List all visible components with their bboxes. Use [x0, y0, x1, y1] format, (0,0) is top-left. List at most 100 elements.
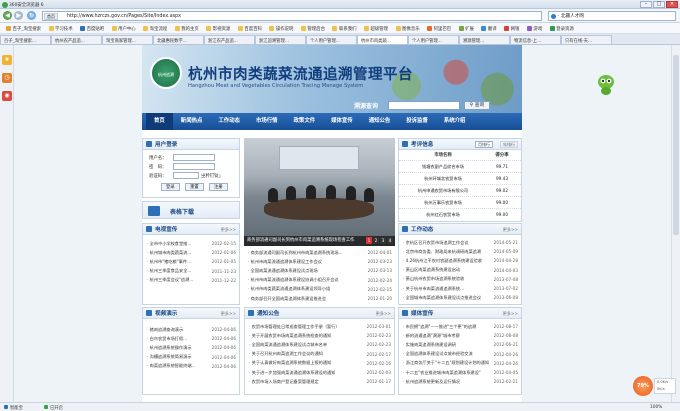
more-link[interactable]: 更多>>	[376, 311, 391, 317]
favorite-item[interactable]: 淘宝流程	[143, 23, 167, 33]
browser-tab[interactable]: 北疆惠民数字...	[153, 35, 204, 44]
history-icon[interactable]: ◷	[2, 73, 12, 83]
favorite-item[interactable]: 百度贴吧	[80, 23, 104, 33]
slide-page[interactable]: 4	[387, 237, 393, 244]
mascot-icon[interactable]	[597, 74, 615, 96]
nav-news[interactable]: 新闻热点	[173, 113, 211, 130]
list-item[interactable]: 萧山杭州农贸市场追溯系统验收2013-07-08	[399, 275, 521, 284]
favorite-item[interactable]: 用户中心	[111, 23, 136, 33]
browser-tab[interactable]: 淘宝商家管理...	[102, 35, 153, 44]
username-input[interactable]	[173, 154, 215, 161]
list-item[interactable]: 浙江商务厅关于"十二五"规划建设计划的通知2012-04-26	[399, 359, 521, 368]
table-row[interactable]: 杭州万事乐农贸市场 99.00	[399, 196, 521, 208]
favorite-item[interactable]: 联系我们	[332, 23, 357, 33]
star-icon[interactable]: ★	[2, 55, 12, 65]
speed-ball[interactable]: 79%	[633, 376, 653, 396]
list-item[interactable]: 关于进一步加强肉菜流通追溯体系建设的通知2012-02-03	[245, 368, 394, 377]
browser-tab[interactable]: 杭州农产品追...	[51, 35, 102, 44]
more-link[interactable]: 更多>>	[221, 311, 236, 317]
nav-notice[interactable]: 通知公告	[361, 113, 399, 130]
nav-complaint[interactable]: 投诉监督	[398, 113, 436, 130]
more-link[interactable]: 更多>>	[221, 227, 236, 233]
list-item[interactable]: 市民拥"追溯"——推进"三个更"的追溯2012-08-17	[399, 322, 521, 331]
password-input[interactable]	[173, 163, 215, 170]
nav-media[interactable]: 媒体宣传	[323, 113, 361, 130]
nav-home[interactable]: 首页	[146, 113, 173, 130]
login-button[interactable]: 登录	[161, 183, 180, 191]
home-tag[interactable]: 首页	[44, 13, 58, 20]
favorite-item[interactable]: 百子_淘宝搜索	[6, 23, 41, 33]
forward-arrow-icon[interactable]: ▶	[14, 11, 23, 20]
slide-page[interactable]: 3	[380, 237, 386, 244]
close-button[interactable]: ×	[666, 1, 678, 8]
toolbar-item-games[interactable]: 游戏	[526, 23, 542, 33]
list-item[interactable]: 杭州三季度会议"追溯...2011-12-22	[143, 276, 239, 285]
favorite-item[interactable]: 百度百科	[237, 23, 262, 33]
maximize-button[interactable]: □	[653, 1, 665, 8]
list-item[interactable]: 萧山区肉菜追溯系统建设启动2014-04-03	[399, 266, 521, 275]
list-item[interactable]: 新的流通追溯"溯源"城市考察2012-08-08	[399, 331, 521, 340]
list-item[interactable]: 杭州三季度食品安全...2011-11-23	[143, 267, 239, 276]
list-item[interactable]: 全国追溯体系建设试点城市经验交流2012-04-26	[399, 350, 521, 359]
news-photo[interactable]	[244, 138, 395, 246]
list-item[interactable]: 猪肉追溯查询演示2012-04-06	[143, 325, 239, 334]
list-item[interactable]: 杭州追溯系统操作演示2012-04-06	[143, 343, 239, 352]
table-row[interactable]: 杭州红石农贸市场 99.00	[399, 208, 521, 220]
browser-tab[interactable]: 个人用户管理...	[306, 35, 357, 44]
list-item[interactable]: 肉菜追溯系统智能终端...2012-04-06	[143, 362, 239, 371]
nav-policy[interactable]: 政策文件	[286, 113, 324, 130]
favorite-item[interactable]: 我的主页	[174, 23, 199, 33]
slide-page[interactable]: 2	[373, 237, 379, 244]
tab-yearly[interactable]: 年排行	[500, 141, 518, 148]
browser-tab-active[interactable]: 杭州市肉类蔬...	[357, 35, 408, 44]
weibo-icon[interactable]: ◉	[2, 91, 12, 101]
list-item[interactable]: 杭州市肉类蔬菜流通追溯体系建设领导小组2012-02-15	[244, 285, 395, 294]
more-link[interactable]: 更多>>	[503, 311, 518, 317]
list-item[interactable]: 全市中小学校食堂推...2012-02-15	[143, 239, 239, 248]
table-row[interactable]: 杭州申通农贸市场有限公司 99.02	[399, 184, 521, 196]
browser-tab[interactable]: 百子_淘宝搜索...	[0, 35, 51, 44]
back-arrow-icon[interactable]: ◀	[3, 11, 12, 20]
zoom-level[interactable]: 100%	[650, 405, 662, 410]
page-scrollbar[interactable]	[671, 45, 680, 402]
table-row[interactable]: 杭州环城北农贸市场 99.43	[399, 172, 521, 184]
browser-tab[interactable]: 浙江追溯管理...	[255, 35, 306, 44]
list-item[interactable]: 杭州追溯系统更新及运行情况2012-02-21	[399, 377, 521, 386]
list-item[interactable]: 杭州市"猪吃粮"事件...2012-01-05	[143, 257, 239, 266]
nav-work[interactable]: 工作动态	[210, 113, 248, 130]
list-item[interactable]: 商务部召开全国肉菜追溯体系建设推进会2012-01-20	[244, 294, 395, 303]
list-item[interactable]: 实施肉菜追溯系统建设调研2012-06-21	[399, 340, 521, 349]
browser-tab[interactable]: 溯源管理...	[459, 35, 510, 44]
list-item[interactable]: 4.26杭州江干农村农副追溯系统建设验收2014-04-28	[399, 256, 521, 265]
security-status[interactable]: 已开启	[44, 405, 63, 411]
list-item[interactable]: 商务部流通司副司长到杭州市肉菜追溯系统现场...2012-04-01	[244, 248, 395, 257]
list-item[interactable]: 杭州市肉菜流通追溯体系建设工作会议2012-03-23	[244, 257, 395, 266]
list-item[interactable]: 余杭区召开农贸市场追溯工作会议2014-05-21	[399, 238, 521, 247]
favorite-item[interactable]: 超级管理	[363, 23, 388, 33]
list-item[interactable]: 关于开展农贸市场肉菜追溯系统检查的通知2012-02-23	[245, 331, 394, 340]
list-item[interactable]: 全国城市肉菜追溯体系建设试点推进会议2013-06-08	[399, 293, 521, 302]
status-left[interactable]: 智能宝	[4, 405, 23, 411]
captcha-code[interactable]: ㄓ矜钉钛」	[201, 173, 223, 179]
toolbar-item-bank[interactable]: 网银	[504, 23, 519, 33]
list-item[interactable]: 关于认真做好肉菜追溯系统数据上报的通知2012-02-16	[245, 359, 394, 368]
browser-tab[interactable]: 个人用户管理...	[408, 35, 459, 44]
tab-monthly[interactable]: 月排行	[475, 141, 493, 148]
download-box[interactable]: 表格下载	[142, 201, 240, 219]
favorite-item[interactable]: 影视资源	[206, 23, 230, 33]
list-item[interactable]: 沟槽追溯系统简易演示2012-04-06	[143, 353, 239, 362]
photo-caption[interactable]: 商务部流通司副司长到杭州市肉菜追溯系统现场检查工作 1 2 3 4	[244, 236, 395, 246]
more-link[interactable]: 更多>>	[503, 227, 518, 233]
search-engine-icon[interactable]	[551, 14, 556, 19]
browser-tab[interactable]: 只有在线-天...	[561, 35, 612, 44]
register-button[interactable]: 注册	[209, 183, 228, 191]
list-item[interactable]: 农贸市场管理处日常巡查管理工作手册（暂行）2012-03-01	[245, 322, 394, 331]
list-item[interactable]: 关于杭州市肉菜流通追溯系统...2013-07-02	[399, 284, 521, 293]
minimize-button[interactable]: –	[640, 1, 652, 8]
list-item[interactable]: 北京市商务委、财政局来杭调研肉菜追溯2014-05-09	[399, 247, 521, 256]
list-item[interactable]: 全国肉菜流通追溯体系建设试点现场2012-03-13	[244, 266, 395, 275]
favorite-item[interactable]: 学习技术	[48, 23, 73, 33]
toolbar-item-translate[interactable]: 翻译	[481, 23, 497, 33]
slide-page[interactable]: 1	[366, 237, 372, 244]
toolbar-item-extensions[interactable]: 扩展	[458, 23, 474, 33]
